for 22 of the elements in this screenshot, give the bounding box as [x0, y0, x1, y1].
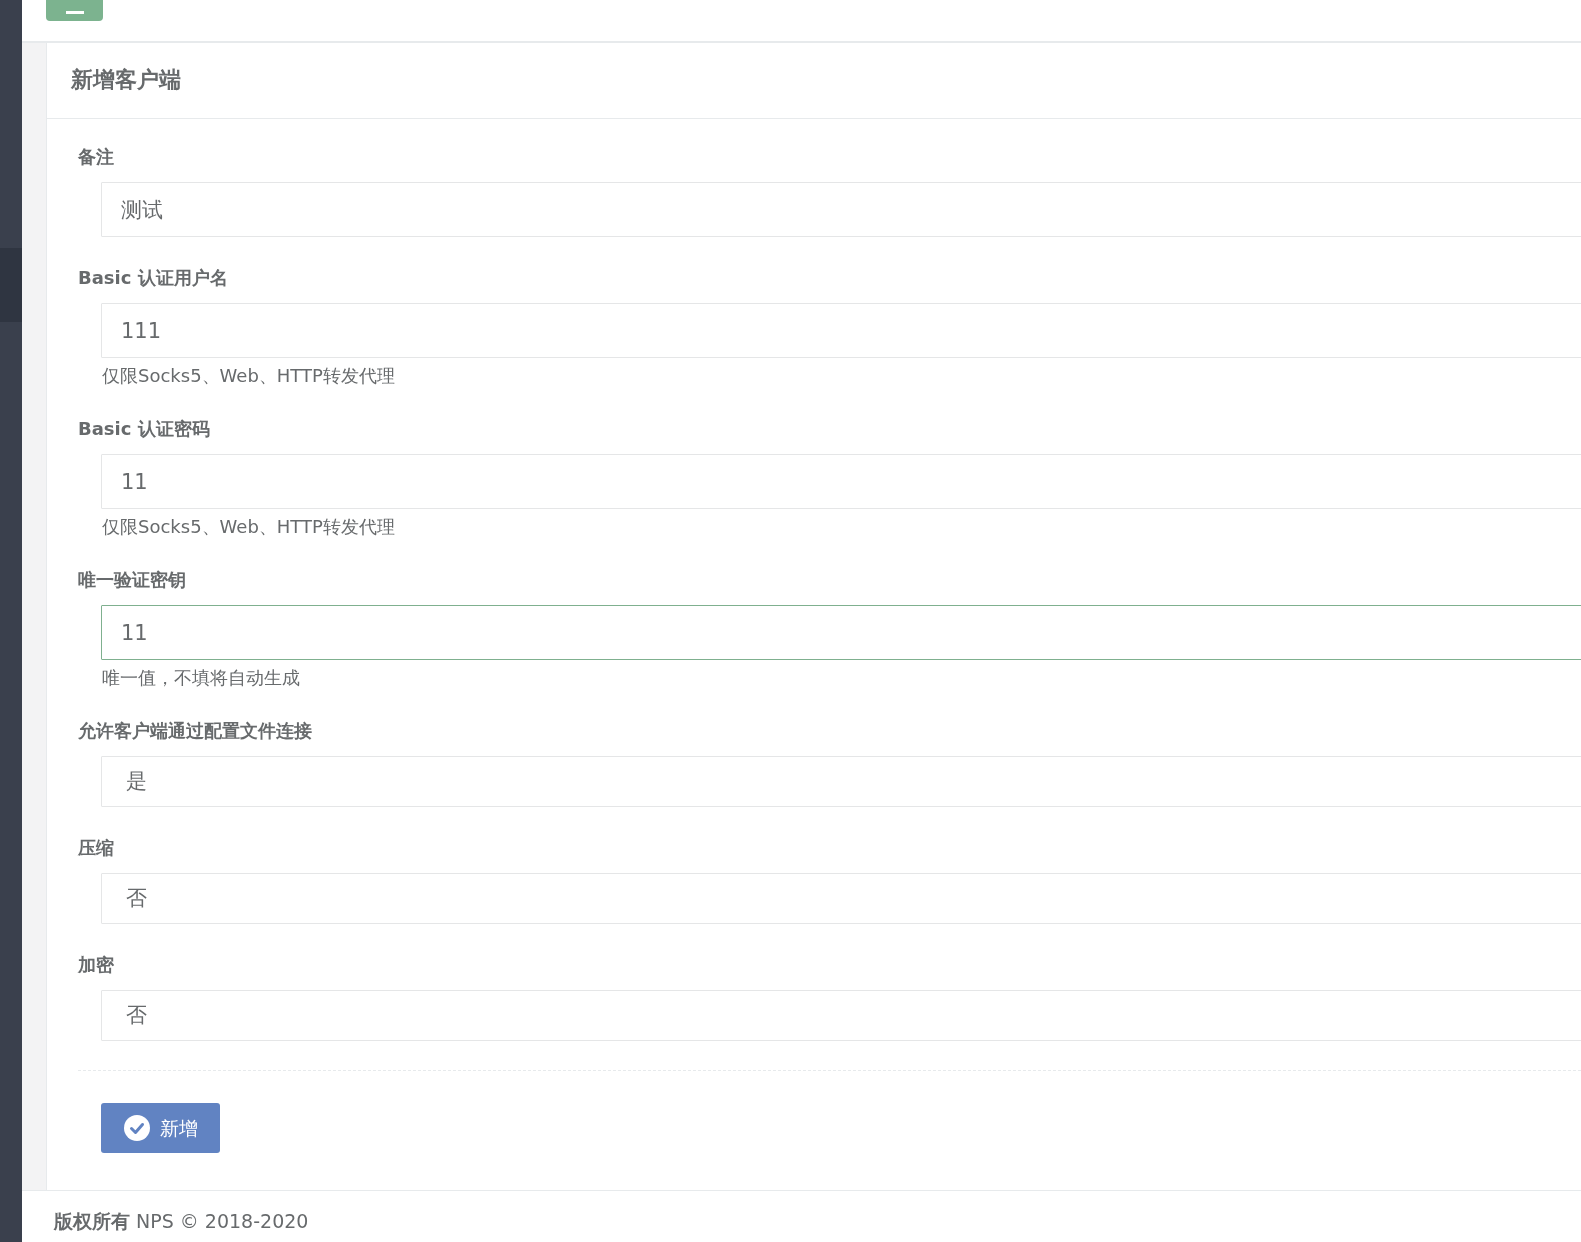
select-field[interactable]: 否 [101, 990, 1581, 1041]
input-field[interactable]: 测试 [101, 182, 1581, 237]
help-text: 唯一值，不填将自动生成 [102, 666, 301, 690]
panel-title: 新增客户端 [71, 67, 182, 94]
add-button[interactable]: 新增 [101, 1103, 220, 1153]
select-field[interactable]: 是 [101, 756, 1581, 807]
input-field[interactable]: 11 [101, 605, 1581, 660]
check-circle-icon [123, 1115, 150, 1141]
copyright-text: 版权所有 NPS © 2018-2020 [54, 1210, 309, 1232]
select-field[interactable]: 否 [101, 873, 1581, 924]
help-text: 仅限Socks5、Web、HTTP转发代理 [102, 515, 396, 539]
field-label: 允许客户端通过配置文件连接 [78, 719, 313, 743]
input-field[interactable]: 111 [101, 303, 1581, 358]
field-label: 唯一验证密钥 [78, 568, 187, 592]
field-label: Basic 认证密码 [78, 417, 211, 441]
field-label: Basic 认证用户名 [78, 266, 229, 290]
input-field[interactable]: 11 [101, 454, 1581, 509]
minus-icon [65, 11, 84, 14]
field-label: 备注 [78, 145, 115, 169]
field-label: 加密 [78, 953, 115, 977]
field-label: 压缩 [78, 836, 115, 860]
help-text: 仅限Socks5、Web、HTTP转发代理 [102, 364, 396, 388]
